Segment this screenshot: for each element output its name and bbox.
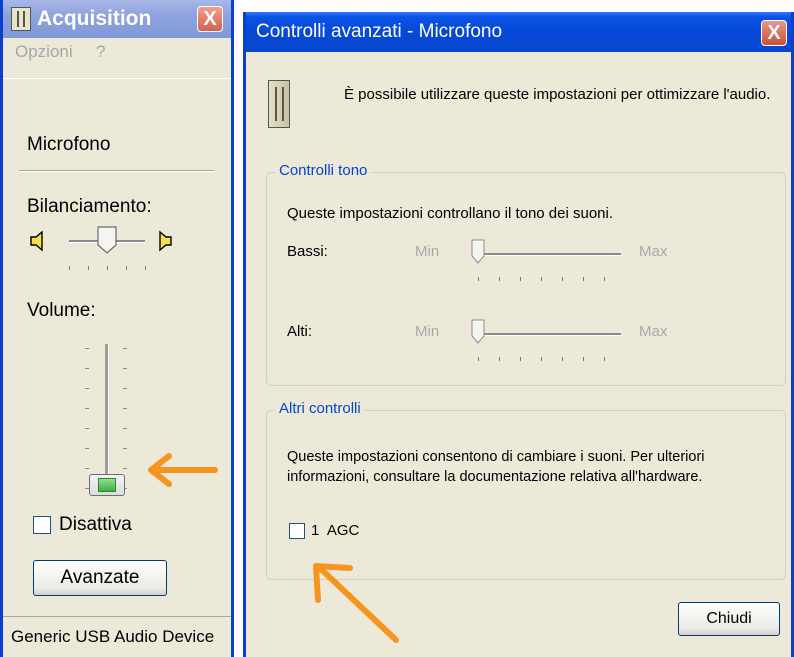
tone-controls-group: Controlli tono Queste impostazioni contr…: [266, 162, 786, 386]
advanced-button[interactable]: Avanzate: [33, 560, 167, 596]
divider: [19, 170, 215, 172]
treble-tick: [562, 357, 563, 361]
annotation-arrow-icon: [148, 453, 218, 487]
volume-tick: [123, 448, 127, 449]
speaker-left-icon: [30, 230, 43, 252]
volume-tick: [123, 348, 127, 349]
balance-tick: [145, 266, 146, 270]
tone-controls-legend: Controlli tono: [275, 162, 372, 179]
volume-tick: [123, 468, 127, 469]
status-bar: Generic USB Audio Device: [3, 616, 231, 657]
treble-tick: [520, 357, 521, 361]
treble-tick: [478, 357, 479, 361]
bass-max-label: Max: [639, 243, 668, 260]
close-dialog-button[interactable]: Chiudi: [678, 602, 780, 636]
bass-tick: [478, 277, 479, 281]
window-title: Acquisition: [37, 7, 152, 30]
intro-text: È possibile utilizzare queste impostazio…: [344, 86, 771, 103]
bass-slider-thumb[interactable]: [471, 239, 485, 265]
agc-checkbox[interactable]: [289, 523, 305, 539]
bass-min-label: Min: [415, 243, 440, 260]
volume-tick: [123, 428, 127, 429]
treble-tick: [499, 357, 500, 361]
balance-slider-thumb[interactable]: [97, 226, 117, 254]
volume-tick: [85, 408, 89, 409]
volume-track: [105, 344, 109, 494]
bass-tick: [604, 277, 605, 281]
annotation-arrow-icon: [313, 563, 399, 643]
balance-tick: [69, 266, 70, 270]
close-button[interactable]: X: [761, 20, 787, 46]
bass-tick: [520, 277, 521, 281]
other-controls-legend: Altri controlli: [275, 400, 365, 417]
agc-label: 1 AGC: [311, 522, 360, 539]
mute-checkbox[interactable]: [33, 516, 51, 534]
menu-opzioni[interactable]: Opzioni: [15, 38, 73, 66]
treble-tick: [604, 357, 605, 361]
balance-label: Bilanciamento:: [27, 196, 152, 217]
close-button[interactable]: X: [197, 6, 223, 32]
treble-tick: [583, 357, 584, 361]
tone-description: Queste impostazioni controllano il tono …: [287, 205, 614, 222]
balance-tick: [88, 266, 89, 270]
mixer-icon: [11, 7, 31, 31]
treble-label: Alti:: [287, 323, 313, 340]
balance-tick: [126, 266, 127, 270]
window-title: Controlli avanzati - Microfono: [256, 21, 503, 42]
bass-label: Bassi:: [287, 243, 328, 260]
volume-tick: [123, 408, 127, 409]
acquisition-titlebar[interactable]: Acquisition X: [3, 0, 231, 38]
other-description-line2: informazioni, consultare la documentazio…: [287, 469, 703, 485]
volume-tick: [85, 448, 89, 449]
advanced-controls-window: Controlli avanzati - Microfono X È possi…: [243, 12, 794, 657]
menu-help[interactable]: ?: [96, 38, 105, 66]
volume-tick: [85, 468, 89, 469]
other-description-line1: Queste impostazioni consentono di cambia…: [287, 449, 705, 465]
volume-tick: [123, 388, 127, 389]
volume-label: Volume:: [27, 300, 96, 321]
volume-tick: [85, 388, 89, 389]
volume-slider-thumb[interactable]: [89, 474, 125, 496]
volume-tick: [85, 348, 89, 349]
treble-tick: [541, 357, 542, 361]
acquisition-window: Acquisition X Opzioni ? Microfono Bilanc…: [0, 0, 234, 657]
menu-bar: Opzioni ?: [3, 38, 231, 79]
treble-max-label: Max: [639, 323, 668, 340]
bass-track: [473, 253, 621, 256]
volume-tick: [85, 428, 89, 429]
balance-tick: [107, 266, 108, 270]
treble-min-label: Min: [415, 323, 440, 340]
device-label: Microfono: [27, 134, 111, 155]
volume-tick: [123, 368, 127, 369]
treble-slider-thumb[interactable]: [471, 319, 485, 345]
treble-track: [473, 333, 621, 336]
bass-tick: [499, 277, 500, 281]
bass-tick: [541, 277, 542, 281]
bass-tick: [562, 277, 563, 281]
volume-thumb-grip: [98, 478, 116, 492]
bass-tick: [583, 277, 584, 281]
mute-label: Disattiva: [59, 514, 132, 535]
other-controls-group: Altri controlli Queste impostazioni cons…: [266, 400, 786, 580]
mixer-icon: [268, 80, 290, 128]
advanced-titlebar[interactable]: Controlli avanzati - Microfono X: [246, 12, 791, 52]
speaker-right-icon: [159, 230, 172, 252]
volume-tick: [85, 368, 89, 369]
